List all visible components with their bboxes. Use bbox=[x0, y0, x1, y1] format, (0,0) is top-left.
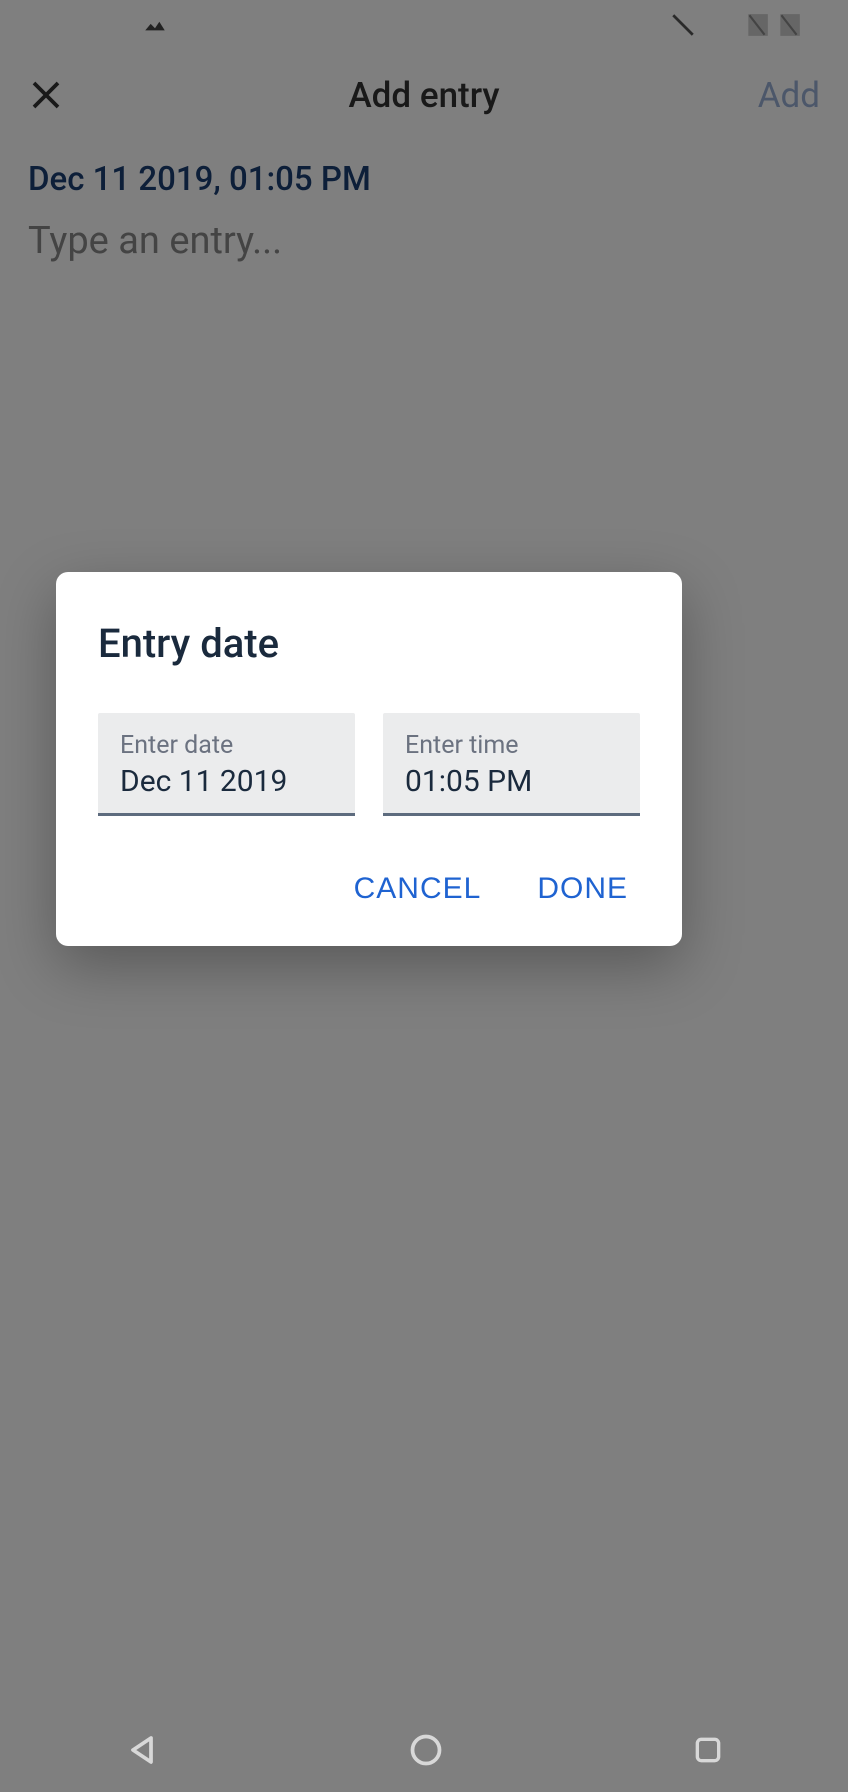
time-field-value: 01:05 PM bbox=[405, 764, 618, 799]
date-field-value: Dec 11 2019 bbox=[120, 764, 333, 799]
android-nav-bar bbox=[0, 1707, 848, 1792]
done-button[interactable]: DONE bbox=[533, 864, 632, 914]
dialog-fields: Enter date Dec 11 2019 Enter time 01:05 … bbox=[98, 713, 640, 816]
date-field-label: Enter date bbox=[120, 731, 333, 760]
dialog-actions: CANCEL DONE bbox=[98, 864, 640, 914]
home-icon[interactable] bbox=[408, 1732, 444, 1768]
date-field[interactable]: Enter date Dec 11 2019 bbox=[98, 713, 355, 816]
cancel-button[interactable]: CANCEL bbox=[350, 864, 486, 914]
recent-icon[interactable] bbox=[692, 1734, 724, 1766]
time-field-label: Enter time bbox=[405, 731, 618, 760]
time-field[interactable]: Enter time 01:05 PM bbox=[383, 713, 640, 816]
entry-date-dialog: Entry date Enter date Dec 11 2019 Enter … bbox=[56, 572, 682, 946]
back-icon[interactable] bbox=[124, 1732, 160, 1768]
dialog-title: Entry date bbox=[98, 620, 640, 667]
